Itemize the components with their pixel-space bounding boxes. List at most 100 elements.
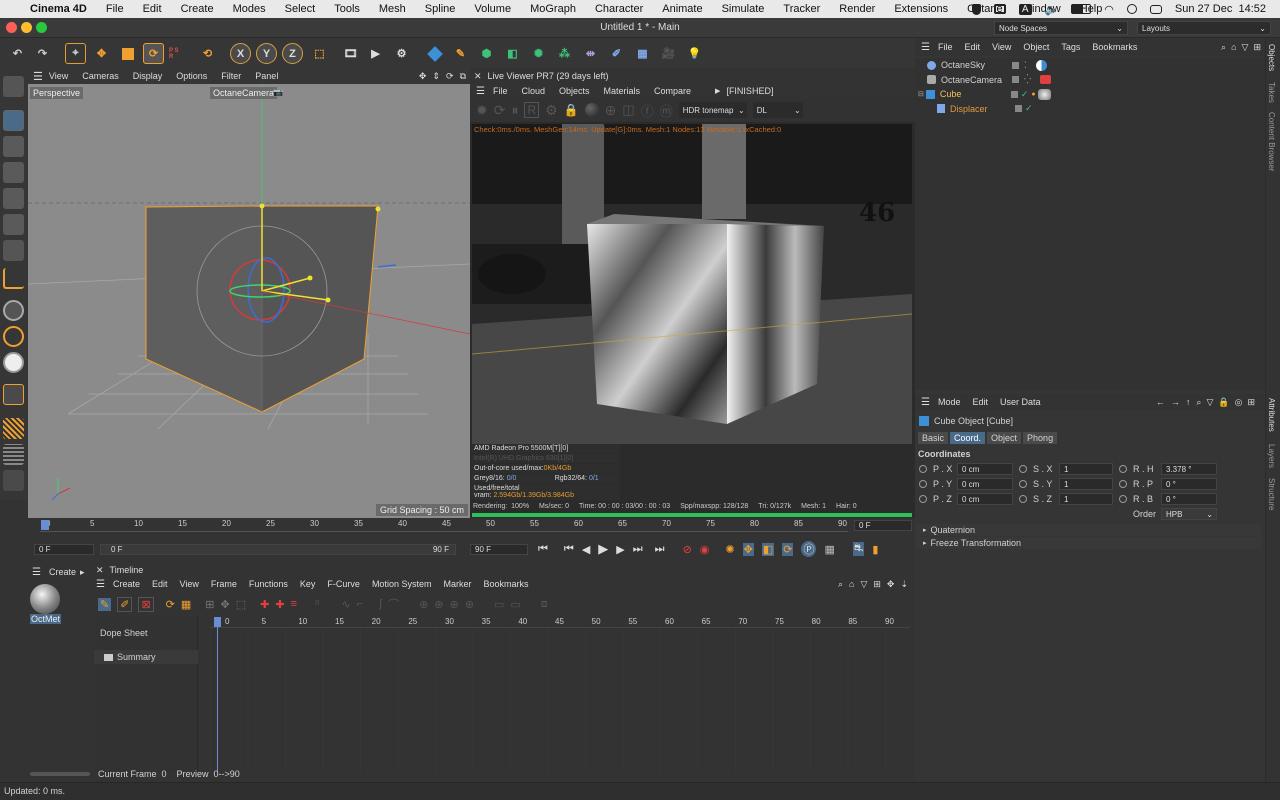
linear-icon[interactable]: ∿ <box>341 598 350 611</box>
workplane-snap-icon[interactable] <box>3 352 24 373</box>
fcurve-mode-icon[interactable]: ✐ <box>117 596 133 612</box>
om-menu-bookmarks[interactable]: Bookmarks <box>1092 42 1137 52</box>
axis-mode-icon[interactable] <box>3 268 24 289</box>
layouts-dropdown[interactable]: Layouts ⌄ <box>1137 21 1271 35</box>
dope-menu-view[interactable]: View <box>180 579 199 589</box>
keyframe-toggle-icon[interactable] <box>1019 480 1027 488</box>
ease-icon[interactable]: ⌒ <box>388 596 399 612</box>
viewport-menu-options[interactable]: Options <box>176 71 207 81</box>
region-render-icon[interactable]: R <box>524 102 540 118</box>
visibility-toggle-icon[interactable] <box>1010 90 1018 98</box>
hamburger-icon[interactable]: ☰ <box>921 42 930 53</box>
search-icon[interactable]: ⌕ <box>838 579 843 590</box>
forward-arrow-icon[interactable]: → <box>1171 397 1180 407</box>
enabled-check-icon[interactable]: ✓ <box>1021 89 1029 100</box>
hamburger-icon[interactable]: ☰ <box>32 567 41 578</box>
side-tab-content-browser[interactable]: Content Browser <box>1267 112 1276 172</box>
hamburger-icon[interactable]: ☰ <box>33 70 43 83</box>
new-window-icon[interactable]: ⊞ <box>1247 397 1255 408</box>
mac-menu-edit[interactable]: Edit <box>143 3 162 15</box>
go-to-start-icon[interactable]: ⏮ <box>538 543 548 556</box>
go-to-end-icon[interactable]: ⏭ <box>655 543 665 556</box>
pause-render-icon[interactable]: ⏸ <box>511 102 518 119</box>
phong-tag-icon[interactable]: ● <box>1031 91 1035 98</box>
start-frame-field[interactable]: 0 F <box>34 544 94 555</box>
attr-menu-edit[interactable]: Edit <box>972 397 988 407</box>
zoom-view-icon[interactable]: ⇕ <box>432 71 440 82</box>
rotate-view-icon[interactable]: ⟳ <box>446 71 454 82</box>
coordinate-system-icon[interactable]: ⬚ <box>309 43 330 64</box>
menubar-clock[interactable]: Sun 27 Dec 14:52 <box>1175 3 1266 15</box>
lock-icon[interactable]: 🔒 <box>564 103 579 117</box>
solo-icon[interactable] <box>3 444 24 465</box>
floor-icon[interactable]: ▦ <box>632 43 653 64</box>
render-dots-icon[interactable]: ⁛ <box>1024 74 1031 85</box>
scheme-icon[interactable]: ⛐ <box>852 542 865 556</box>
lv-menu-materials[interactable]: Materials <box>604 86 641 96</box>
key-rotation-icon[interactable]: ⟳ <box>782 542 794 556</box>
points-mode-icon[interactable] <box>3 162 24 183</box>
tab-basic[interactable]: Basic <box>918 432 949 444</box>
snap-icon[interactable] <box>3 300 24 321</box>
hamburger-icon[interactable]: ☰ <box>476 86 485 97</box>
lv-menu-objects[interactable]: Objects <box>559 86 590 96</box>
spline-icon[interactable]: ∫ <box>379 598 382 610</box>
search-icon[interactable]: ⌕ <box>1221 42 1226 53</box>
side-tab-takes[interactable]: Takes <box>1267 82 1276 103</box>
uv-mode-icon[interactable] <box>3 240 24 261</box>
end-frame-field[interactable]: 90 F <box>470 544 528 555</box>
camera-icon[interactable]: 🎥 <box>658 43 679 64</box>
move-tool-icon[interactable]: ✥ <box>91 43 112 64</box>
dope-menu-edit[interactable]: Edit <box>152 579 168 589</box>
battery-icon[interactable] <box>1071 4 1092 14</box>
scale-tool-icon[interactable] <box>117 43 138 64</box>
position-y-field[interactable]: 0 cm <box>957 478 1013 490</box>
select-tool-icon[interactable]: ⌖ <box>65 43 86 64</box>
viewport-menu-view[interactable]: View <box>49 71 68 81</box>
material-thumbnail[interactable] <box>30 584 60 614</box>
new-window-icon[interactable]: ⊞ <box>873 579 881 590</box>
om-menu-object[interactable]: Object <box>1023 42 1049 52</box>
add-keys-icon[interactable]: ✚ <box>275 598 284 611</box>
tab-object[interactable]: Object <box>987 432 1022 444</box>
lv-menu-file[interactable]: File <box>493 86 508 96</box>
mac-menu-tracker[interactable]: Tracker <box>783 3 820 15</box>
viewport-menu-cameras[interactable]: Cameras <box>82 71 119 81</box>
fit-icon[interactable]: ✥ <box>887 579 895 590</box>
focus-picker-icon[interactable]: ⓕ <box>641 101 654 120</box>
keyframe-toggle-icon[interactable] <box>1019 465 1027 473</box>
node-spaces-dropdown[interactable]: Node Spaces ⌄ <box>994 21 1128 35</box>
rotate-tool-icon[interactable]: ⟳ <box>143 43 164 64</box>
keyframe-toggle-icon[interactable] <box>919 465 927 473</box>
layer-keys-icon[interactable]: ▭ <box>494 598 504 611</box>
keyframe-toggle-icon[interactable] <box>919 480 927 488</box>
key-pla-icon[interactable]: ▦ <box>824 543 834 556</box>
timeline-ruler[interactable]: 051015202530354045505560657075808590 <box>40 518 848 532</box>
tonemap-dropdown[interactable]: HDR tonemap ⌄ <box>678 102 747 118</box>
solo-mode-icon[interactable] <box>3 470 24 491</box>
mac-menu-modes[interactable]: Modes <box>233 3 266 15</box>
filter-icon[interactable]: ▽ <box>1206 397 1213 408</box>
lv-menu-compare[interactable]: Compare <box>654 86 691 96</box>
add-node-icon[interactable]: ⊕ <box>605 102 617 119</box>
send-scene-icon[interactable]: ✹ <box>476 102 488 119</box>
frame-selected-icon[interactable]: ⬚ <box>236 598 246 611</box>
viewport-camera-label[interactable]: OctaneCamera <box>210 87 278 99</box>
link-view-icon[interactable]: ▦ <box>181 598 191 611</box>
close-icon[interactable]: ✕ <box>96 565 104 576</box>
ripple-icon[interactable]: ✥ <box>221 598 230 611</box>
search-icon[interactable]: ⌕ <box>1196 397 1201 408</box>
next-key-icon[interactable]: ⏭ <box>633 543 643 556</box>
attr-menu-mode[interactable]: Mode <box>938 397 961 407</box>
lv-menu-cloud[interactable]: Cloud <box>521 86 545 96</box>
keyframe-toggle-icon[interactable] <box>1019 495 1027 503</box>
attr-menu-userdata[interactable]: User Data <box>1000 397 1041 407</box>
next-frame-icon[interactable]: ▶ <box>616 543 624 556</box>
side-tab-structure[interactable]: Structure <box>1267 478 1276 510</box>
preview-range-slider[interactable]: 0 F 90 F <box>100 544 456 555</box>
side-tab-objects[interactable]: Objects <box>1267 44 1276 71</box>
workplane-icon[interactable] <box>3 418 24 439</box>
mac-menu-volume[interactable]: Volume <box>474 3 511 15</box>
keyframe-selection-icon[interactable]: ✺ <box>725 543 734 556</box>
visibility-toggle-icon[interactable] <box>1012 61 1019 69</box>
